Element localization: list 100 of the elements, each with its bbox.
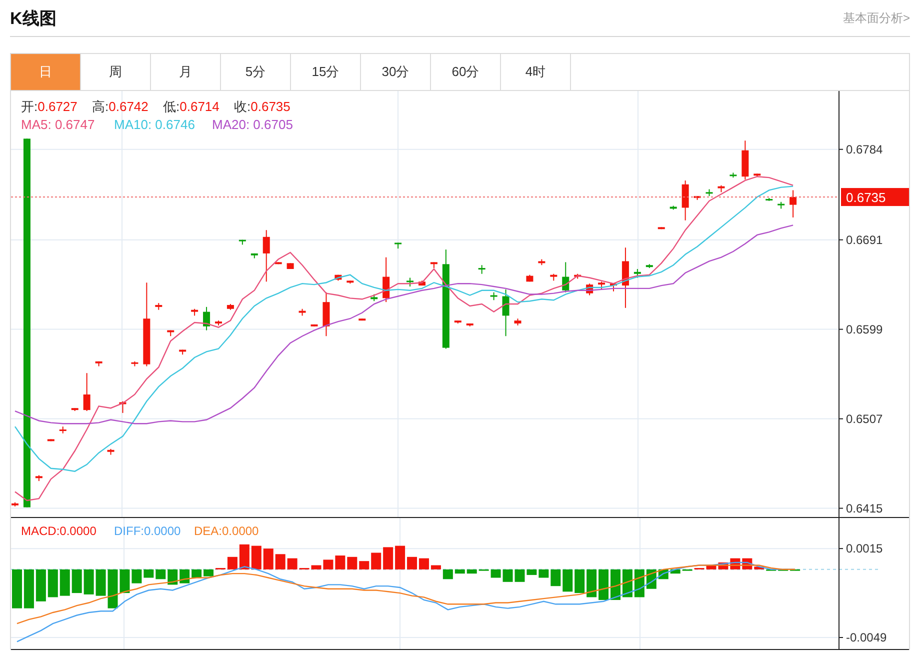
candlestick xyxy=(550,273,558,282)
candlestick xyxy=(610,283,617,292)
histogram-bar xyxy=(323,560,334,570)
indicator-value: DIFF:0.0000 xyxy=(114,524,181,538)
candlestick xyxy=(682,180,689,221)
axis-label: -0.0049 xyxy=(846,630,887,644)
candlestick xyxy=(646,264,653,269)
histogram-bar xyxy=(311,565,322,570)
candlestick xyxy=(466,322,474,327)
axis-label: 0.0015 xyxy=(846,542,883,556)
axis-label: 0.6599 xyxy=(846,322,883,336)
histogram-bar xyxy=(12,569,22,608)
candlestick xyxy=(718,184,725,193)
candlestick xyxy=(394,242,402,250)
axis-label: 0.6507 xyxy=(846,412,883,426)
candlestick xyxy=(226,304,234,310)
ref-line-label: 0.6735 xyxy=(846,190,886,206)
histogram-bar xyxy=(359,561,370,570)
candlestick xyxy=(334,274,342,282)
candlestick xyxy=(478,264,486,274)
histogram-bar xyxy=(84,569,94,594)
candlestick xyxy=(670,205,677,210)
histogram-bar xyxy=(251,546,262,570)
candlestick xyxy=(574,273,582,280)
moving-average-value: MA5: 0.6747 xyxy=(21,117,95,132)
moving-average-value: MA10: 0.6746 xyxy=(114,117,195,132)
candlestick xyxy=(215,320,222,326)
histogram-bar xyxy=(144,569,154,578)
histogram-bar xyxy=(574,569,585,594)
ohlc-value: 低:0.6714 xyxy=(163,99,220,114)
ohlc-value: 收:0.6735 xyxy=(234,99,290,114)
candlestick xyxy=(406,277,414,287)
histogram-bar xyxy=(263,548,274,570)
candlestick xyxy=(274,262,282,265)
candlestick xyxy=(71,408,78,412)
candlestick xyxy=(658,226,665,230)
histogram-bar xyxy=(670,569,680,574)
histogram-bar xyxy=(418,558,429,570)
histogram-bar xyxy=(490,569,501,578)
histogram-bar xyxy=(24,569,34,608)
candlestick xyxy=(262,230,270,282)
histogram-bar xyxy=(466,569,477,574)
histogram-bar xyxy=(287,558,298,570)
histogram-bar xyxy=(706,565,716,570)
histogram-bar xyxy=(72,569,82,594)
ohlc-value: 高:0.6742 xyxy=(92,99,148,114)
candlestick xyxy=(12,502,18,507)
candlestick xyxy=(562,262,570,293)
histogram-bar xyxy=(383,547,394,570)
indicator-value: DEA:0.0000 xyxy=(194,524,259,538)
candlestick xyxy=(778,201,785,210)
candlestick xyxy=(238,239,246,246)
candlestick xyxy=(95,360,102,367)
histogram-bar xyxy=(754,566,764,570)
candlestick xyxy=(754,173,761,178)
candlestick xyxy=(730,172,737,178)
candlestick xyxy=(514,318,522,326)
candlestick xyxy=(203,306,210,331)
candlestick xyxy=(286,262,294,270)
axis-label: 0.6415 xyxy=(846,501,883,516)
histogram-bar xyxy=(407,556,417,570)
candlestick xyxy=(35,474,42,482)
candlestick xyxy=(298,308,306,316)
histogram-bar xyxy=(227,556,238,570)
candlestick xyxy=(167,330,174,337)
candlestick xyxy=(742,140,749,180)
candlestick xyxy=(47,438,54,442)
histogram-bar xyxy=(562,569,573,592)
candlestick xyxy=(358,318,366,322)
histogram-bar xyxy=(442,569,453,580)
axis-label: 0.6691 xyxy=(846,232,883,247)
histogram-bar xyxy=(526,569,537,575)
ohlc-value: 开:0.6727 xyxy=(21,99,78,114)
histogram-bar xyxy=(371,552,382,570)
histogram-bar xyxy=(48,569,58,598)
candlestick xyxy=(107,448,114,456)
candlestick xyxy=(131,360,138,367)
candlestick xyxy=(430,262,438,269)
histogram-bar xyxy=(60,569,70,596)
candlestick xyxy=(370,294,378,302)
histogram-bar xyxy=(430,565,441,570)
page-title: K线图 xyxy=(10,8,56,30)
candlestick xyxy=(790,190,797,218)
candlestick xyxy=(694,196,701,200)
candlestick xyxy=(586,283,594,296)
axis-label: 0.6784 xyxy=(846,142,883,156)
candlestick xyxy=(502,288,510,337)
histogram-bar xyxy=(108,569,118,608)
candlestick xyxy=(346,280,354,284)
candlestick xyxy=(119,400,126,414)
candlestick xyxy=(490,292,498,301)
histogram-bar xyxy=(538,569,549,578)
histogram-bar xyxy=(132,569,142,584)
candlestick xyxy=(191,308,198,316)
histogram-bar xyxy=(275,554,286,570)
candlestick xyxy=(83,372,90,412)
histogram-bar xyxy=(156,569,166,580)
histogram-bar xyxy=(36,569,46,602)
histogram-bar xyxy=(586,569,597,598)
candlestick xyxy=(155,302,162,310)
